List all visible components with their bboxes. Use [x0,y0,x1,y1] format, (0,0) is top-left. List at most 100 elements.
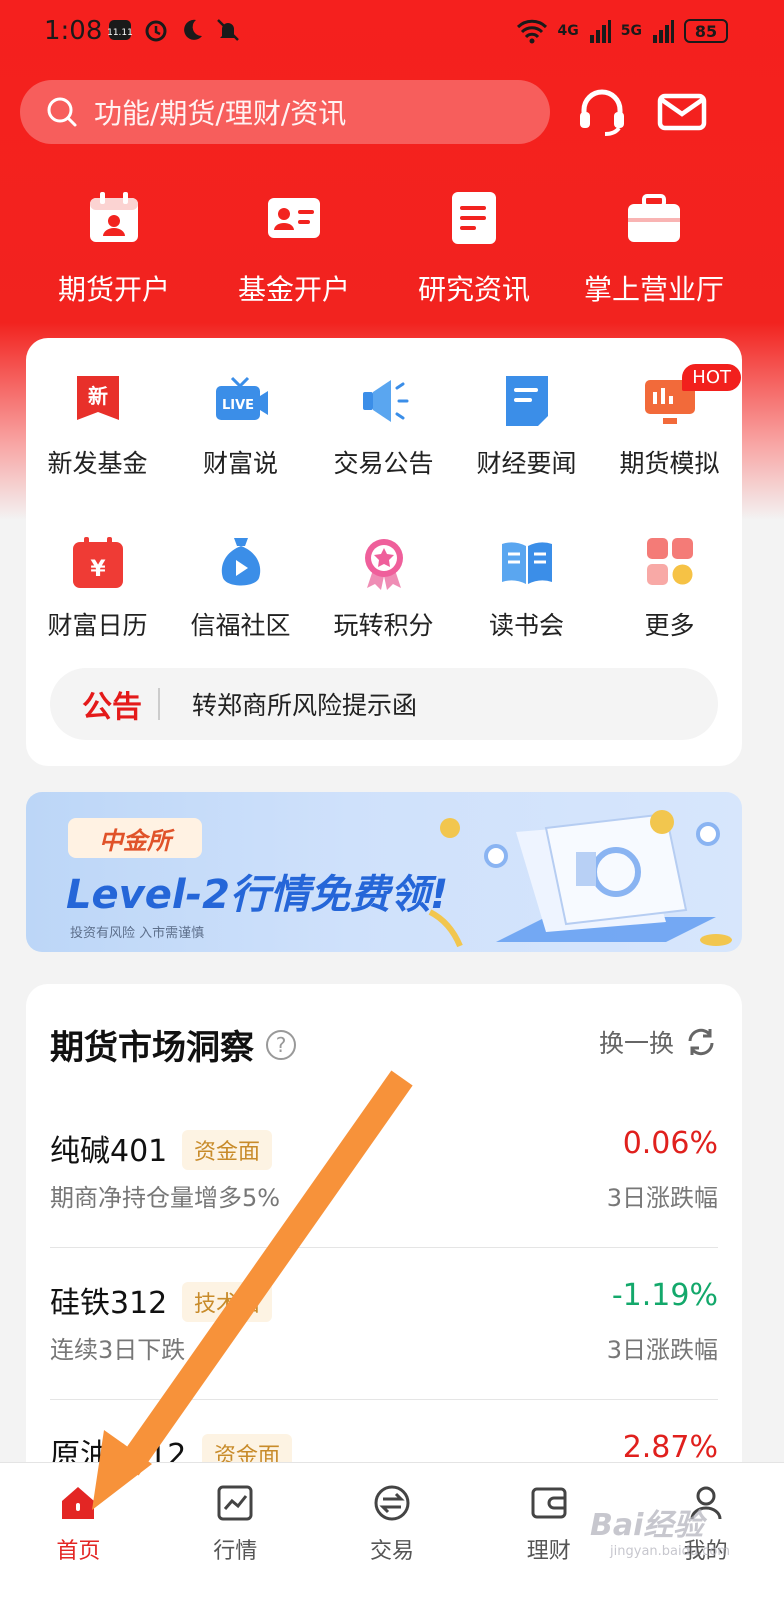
briefcase-icon [628,194,680,242]
tab-label: 行情 [213,1539,258,1564]
tab-label: 交易 [369,1539,414,1564]
market-insight-card: 期货市场洞察 ? 换一换 纯碱401 资金面 期商净持仓量增多5% 0.06% … [26,984,742,1504]
banner-headline: Level-2行情免费领! [66,872,449,918]
battery-indicator: 85 [684,19,728,43]
grid-more[interactable]: 更多 [598,536,741,642]
factor-tag: 资金面 [182,1130,273,1170]
factor-tag: 技术面 [182,1282,273,1322]
open-book-icon [501,542,552,584]
change-percent: -1.19% [611,1278,718,1313]
refresh-label: 换一换 [598,1029,674,1058]
trade-exchange-icon [374,1485,410,1521]
grid-trade-notice[interactable]: 交易公告 [312,374,455,480]
market-row[interactable]: 纯碱401 资金面 期商净持仓量增多5% 0.06% 3日涨跌幅 [50,1100,718,1248]
grid-new-fund[interactable]: 新 新发基金 [26,374,169,480]
refresh-button[interactable]: 换一换 [599,1024,718,1060]
grid-community[interactable]: 信福社区 [169,536,312,642]
quick-futures-account[interactable]: 期货开户 [24,190,204,308]
grid-row-1: 新 新发基金 LIVE 财富说 交易公告 财经要闻 HOT 期货模拟 [26,364,742,480]
bell-mute-icon [217,19,239,41]
change-label: 3日涨跌幅 [606,1336,718,1364]
announcement-text: 转郑商所风险提示函 [192,691,418,720]
contract-name: 硅铁312 [50,1286,168,1321]
grid-futures-sim[interactable]: HOT 期货模拟 [598,364,741,480]
quick-fund-account[interactable]: 基金开户 [204,190,384,308]
grid-wealth-talk[interactable]: LIVE 财富说 [169,374,312,480]
network-4g-label: 4G [557,23,579,39]
change-percent: 0.06% [622,1126,718,1161]
yen-calendar-icon: ¥ [72,537,123,588]
grid-label: 读书会 [488,611,564,640]
network-5g-label: 5G [620,23,642,39]
new-badge-icon: 新 [76,376,119,420]
star-medal-icon [364,539,403,590]
help-icon[interactable]: ? [266,1029,296,1060]
quick-label: 期货开户 [57,273,170,306]
svg-text:11.11: 11.11 [107,28,133,38]
grid-wealth-calendar[interactable]: ¥ 财富日历 [26,536,169,642]
tab-home[interactable]: 首页 [0,1463,157,1600]
baidu-watermark: Bai经验 jingyan.baidu.com [590,1500,730,1559]
headset-icon[interactable] [576,88,628,136]
id-card-icon [268,198,320,238]
quick-label: 研究资讯 [417,273,530,306]
service-grid-card: 新 新发基金 LIVE 财富说 交易公告 财经要闻 HOT 期货模拟 ¥ 财富日… [26,338,742,766]
search-placeholder: 功能/期货/理财/资讯 [94,97,347,130]
grid-label: 信福社区 [190,611,291,640]
promo-banner[interactable]: 中金所 Level-2行情免费领! 投资有风险 入市需谨慎 [26,792,742,952]
document-icon [452,192,496,244]
search-icon [47,97,77,127]
contract-desc: 连续3日下跌 [50,1336,186,1364]
tab-trade[interactable]: 交易 [314,1463,471,1600]
hot-badge: HOT [682,364,741,391]
alarm-icon [145,20,167,42]
tab-label: 理财 [526,1539,571,1564]
quick-research[interactable]: 研究资讯 [384,190,564,308]
announcement-divider [158,688,160,720]
quick-actions: 期货开户 基金开户 研究资讯 掌上营业厅 [0,190,784,308]
banner-badge: 中金所 [68,818,202,858]
quick-mobile-hall[interactable]: 掌上营业厅 [564,190,744,308]
watermark-site: jingyan.baidu.com [610,1544,730,1559]
market-title: 期货市场洞察 ? [50,1020,296,1069]
quick-label: 掌上营业厅 [583,273,724,306]
announcement-tag: 公告 [82,690,142,725]
grid-financial-news[interactable]: 财经要闻 [455,374,598,480]
market-chart-icon [217,1485,253,1521]
grid-label: 新发基金 [47,449,148,478]
market-title-text: 期货市场洞察 [50,1028,254,1068]
svg-text:新: 新 [88,384,108,408]
mail-icon[interactable] [656,88,708,136]
change-label: 3日涨跌幅 [606,1184,718,1212]
grid-label: 财富说 [202,449,278,478]
banner-risk-note: 投资有风险 入市需谨慎 [70,926,205,941]
grid-label: 更多 [644,611,695,640]
app-notification-icon: 11.11 [107,20,133,40]
grid-label: 财经要闻 [476,449,577,478]
status-time: 1:08 [44,16,103,46]
home-icon [62,1487,95,1519]
wallet-icon [531,1487,567,1519]
quick-label: 基金开户 [237,273,350,306]
status-right-icons: 4G 5G 85 [516,18,728,44]
tab-market[interactable]: 行情 [157,1463,314,1600]
grid-more-icon [646,538,693,585]
announcement-bar[interactable]: 公告 转郑商所风险提示函 [50,668,718,740]
grid-row-2: ¥ 财富日历 信福社区 玩转积分 读书会 更多 [26,536,742,642]
svg-text:¥: ¥ [90,557,106,582]
grid-book-club[interactable]: 读书会 [455,536,598,642]
contract-desc: 期商净持仓量增多5% [50,1184,281,1212]
grid-label: 财富日历 [47,611,148,640]
status-left-icons: 11.11 [106,16,242,44]
search-bar[interactable]: 功能/期货/理财/资讯 [20,80,550,144]
svg-text:LIVE: LIVE [221,398,253,413]
contract-name: 纯碱401 [50,1134,168,1169]
grid-points[interactable]: 玩转积分 [312,536,455,642]
refresh-icon [688,1028,714,1056]
money-bag-play-icon [221,538,260,586]
grid-label: 交易公告 [333,449,434,478]
market-row[interactable]: 硅铁312 技术面 连续3日下跌 -1.19% 3日涨跌幅 [50,1252,718,1400]
tab-label: 首页 [56,1539,101,1564]
wifi-icon [516,19,547,44]
change-percent: 2.87% [622,1430,718,1465]
